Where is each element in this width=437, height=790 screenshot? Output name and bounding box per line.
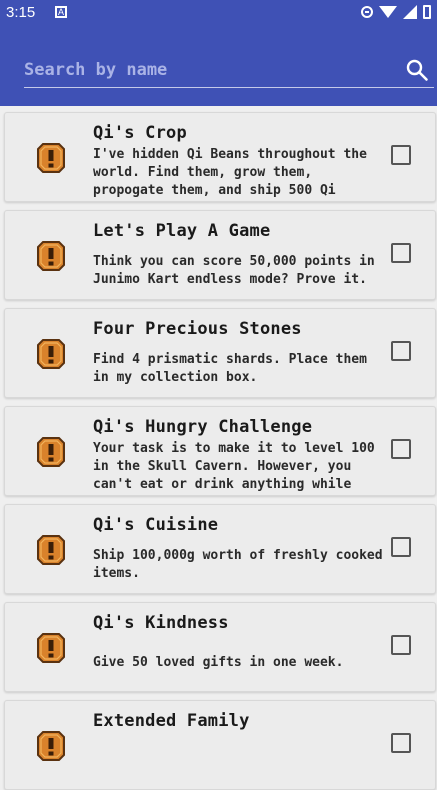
quest-title: Qi's Hungry Challenge xyxy=(93,417,313,437)
quest-list: Qi's Crop I've hidden Qi Beans throughou… xyxy=(0,106,437,790)
quest-card[interactable]: Qi's Cuisine Ship 100,000g worth of fres… xyxy=(4,504,436,594)
exclamation-icon xyxy=(37,633,65,663)
quest-description: Find 4 prismatic shards. Place them in m… xyxy=(93,352,367,385)
quest-checkbox[interactable] xyxy=(391,145,411,165)
exclamation-icon xyxy=(37,143,65,173)
status-bar: 3:15 A xyxy=(0,0,437,26)
exclamation-icon xyxy=(37,437,65,467)
quest-checkbox[interactable] xyxy=(391,439,411,459)
search-input[interactable] xyxy=(24,56,404,84)
quest-card[interactable]: Four Precious Stones Find 4 prismatic sh… xyxy=(4,308,436,398)
quest-checkbox[interactable] xyxy=(391,635,411,655)
app-bar xyxy=(0,26,437,106)
exclamation-icon xyxy=(37,339,65,369)
quest-title: Qi's Cuisine xyxy=(93,515,219,535)
quest-title: Qi's Crop xyxy=(93,123,187,143)
status-icons xyxy=(361,5,431,19)
search-icon[interactable] xyxy=(405,58,429,82)
quest-title: Four Precious Stones xyxy=(93,319,302,339)
app-notification-icon: A xyxy=(55,6,67,18)
wifi-icon xyxy=(379,6,397,18)
quest-checkbox[interactable] xyxy=(391,733,411,753)
quest-title: Let's Play A Game xyxy=(93,221,271,241)
quest-card[interactable]: Qi's Kindness Give 50 loved gifts in one… xyxy=(4,602,436,692)
quest-checkbox[interactable] xyxy=(391,341,411,361)
battery-icon xyxy=(423,5,431,19)
quest-checkbox[interactable] xyxy=(391,537,411,557)
exclamation-icon xyxy=(37,535,65,565)
quest-card[interactable]: Extended Family xyxy=(4,700,436,790)
quest-title: Extended Family xyxy=(93,711,250,731)
signal-icon xyxy=(403,5,417,19)
status-time: 3:15 xyxy=(6,4,36,21)
quest-description: Give 50 loved gifts in one week. xyxy=(93,655,344,670)
quest-description: Think you can score 50,000 points in Jun… xyxy=(93,254,375,287)
exclamation-icon xyxy=(37,241,65,271)
quest-description: Your task is to make it to level 100 in … xyxy=(93,441,375,492)
quest-title: Qi's Kindness xyxy=(93,613,229,633)
quest-card[interactable]: Qi's Crop I've hidden Qi Beans throughou… xyxy=(4,112,436,202)
quest-card[interactable]: Let's Play A Game Think you can score 50… xyxy=(4,210,436,300)
quest-card[interactable]: Qi's Hungry Challenge Your task is to ma… xyxy=(4,406,436,496)
quest-description: Ship 100,000g worth of freshly cooked it… xyxy=(93,548,383,581)
quest-description: I've hidden Qi Beans throughout the worl… xyxy=(93,147,367,198)
quest-checkbox[interactable] xyxy=(391,243,411,263)
search-underline xyxy=(24,87,434,88)
do-not-disturb-icon xyxy=(361,6,373,18)
